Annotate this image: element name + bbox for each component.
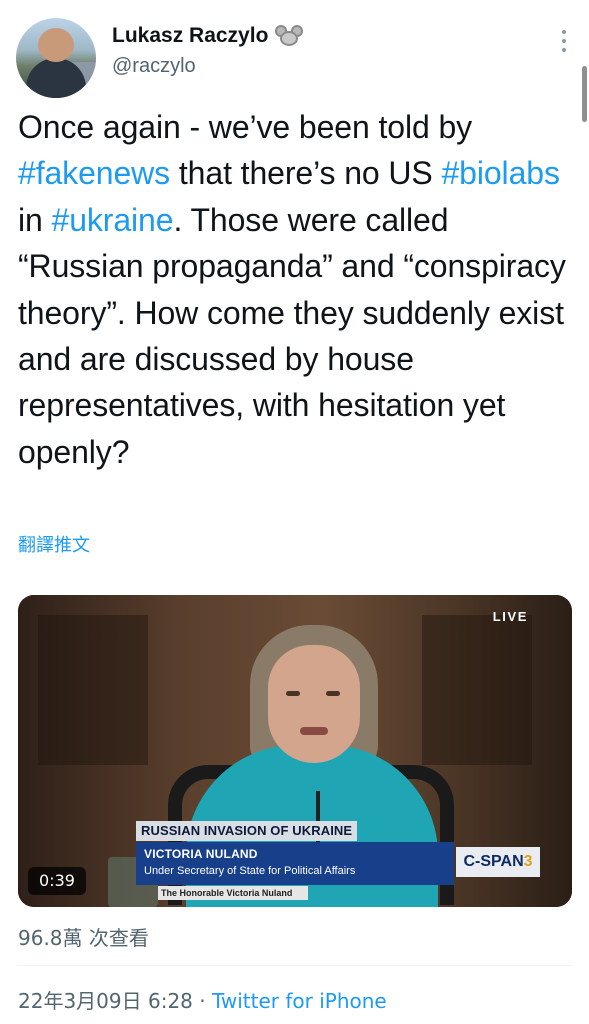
- avatar[interactable]: [16, 18, 96, 98]
- cspan-logo-number: 3: [523, 853, 533, 870]
- user-handle[interactable]: @raczylo: [112, 55, 304, 78]
- video-speaker-eye: [286, 691, 300, 696]
- chyron-speaker-name: VICTORIA NULAND: [144, 847, 258, 861]
- cspan-logo-text: C-SPAN: [463, 853, 524, 870]
- display-name[interactable]: Lukasz Raczylo: [112, 24, 268, 48]
- tweet-text-segment: Once again - we’ve been told by: [18, 109, 473, 145]
- video-speaker-face: [268, 645, 360, 763]
- scrollbar[interactable]: [582, 66, 587, 122]
- video-wall-panel: [422, 615, 532, 765]
- source-label[interactable]: Twitter for iPhone: [212, 989, 387, 1013]
- timestamp[interactable]: 22年3月09日 6:28: [18, 989, 193, 1013]
- author-names[interactable]: Lukasz Raczylo @raczylo: [112, 24, 304, 78]
- hashtag-link-ukraine[interactable]: #ukraine: [52, 202, 174, 238]
- video-speaker-mouth: [300, 727, 328, 735]
- tweet-text-segment: . Those were called “Russian propaganda”…: [18, 201, 566, 470]
- view-count[interactable]: 96.8萬 次查看: [18, 922, 149, 951]
- chyron-title: RUSSIAN INVASION OF UKRAINE: [136, 821, 358, 841]
- tweet-text-segment: in: [18, 201, 52, 238]
- cspan-logo: C-SPAN3: [456, 847, 540, 877]
- nameplate: The Honorable Victoria Nuland: [158, 886, 308, 900]
- video-speaker-eye: [326, 691, 340, 696]
- hashtag-link-fakenews[interactable]: #fakenews: [18, 155, 170, 191]
- hashtag-link-biolabs[interactable]: #biolabs: [441, 155, 560, 191]
- video-wall-panel: [38, 615, 148, 765]
- tweet-header: Lukasz Raczylo @raczylo: [16, 18, 576, 98]
- video-player[interactable]: LIVE RUSSIAN INVASION OF UKRAINE VICTORI…: [18, 595, 572, 907]
- meta-separator: ·: [192, 989, 212, 1013]
- video-duration: 0:39: [28, 867, 86, 895]
- translate-tweet-link[interactable]: 翻譯推文: [18, 531, 90, 557]
- chyron-speaker-title: Under Secretary of State for Political A…: [144, 865, 356, 877]
- tweet-text: Once again - we’ve been told by #fakenew…: [18, 104, 578, 475]
- live-badge: LIVE: [492, 609, 528, 624]
- chyron-main: VICTORIA NULAND Under Secretary of State…: [136, 842, 454, 885]
- divider: [18, 965, 572, 966]
- avatar-head: [38, 28, 74, 62]
- more-options-icon[interactable]: [562, 30, 568, 52]
- tweet-meta: 22年3月09日 6:28 · Twitter for iPhone: [18, 985, 387, 1014]
- display-name-row[interactable]: Lukasz Raczylo: [112, 24, 304, 48]
- mouse-face-icon: [274, 24, 304, 48]
- tweet-text-segment: that there’s no US: [170, 155, 442, 192]
